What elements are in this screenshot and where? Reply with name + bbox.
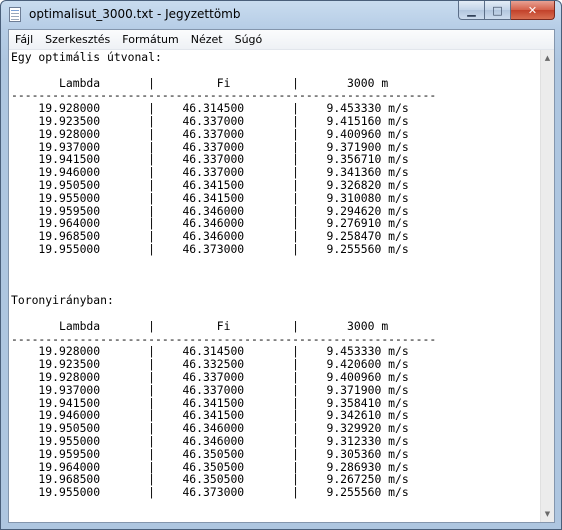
scroll-down-arrow-icon[interactable]: ▼ (541, 507, 554, 521)
client-area: Fájl Szerkesztés Formátum Nézet Súgó Egy… (8, 29, 555, 523)
scroll-up-arrow-icon[interactable]: ▲ (541, 51, 554, 65)
minimize-button[interactable]: ▁ (458, 1, 485, 20)
menu-view[interactable]: Nézet (185, 30, 229, 49)
document-text[interactable]: Egy optimális útvonal: Lambda | Fi | 300… (11, 51, 436, 499)
caption-buttons: ▁ □ ✕ (458, 1, 555, 20)
maximize-button[interactable]: □ (485, 1, 511, 20)
title-bar[interactable]: optimalisut_3000.txt - Jegyzettömb ▁ □ ✕ (1, 1, 561, 29)
menu-bar: Fájl Szerkesztés Formátum Nézet Súgó (9, 30, 554, 50)
vertical-scrollbar[interactable]: ▲ ▼ (540, 50, 554, 522)
text-editor[interactable]: Egy optimális útvonal: Lambda | Fi | 300… (9, 50, 540, 522)
notepad-icon[interactable] (9, 7, 21, 22)
menu-edit[interactable]: Szerkesztés (39, 30, 116, 49)
menu-help[interactable]: Súgó (229, 30, 269, 49)
close-button[interactable]: ✕ (511, 1, 555, 20)
notepad-window: optimalisut_3000.txt - Jegyzettömb ▁ □ ✕… (0, 0, 562, 530)
menu-file[interactable]: Fájl (9, 30, 39, 49)
menu-format[interactable]: Formátum (116, 30, 184, 49)
window-title: optimalisut_3000.txt - Jegyzettömb (29, 7, 241, 21)
